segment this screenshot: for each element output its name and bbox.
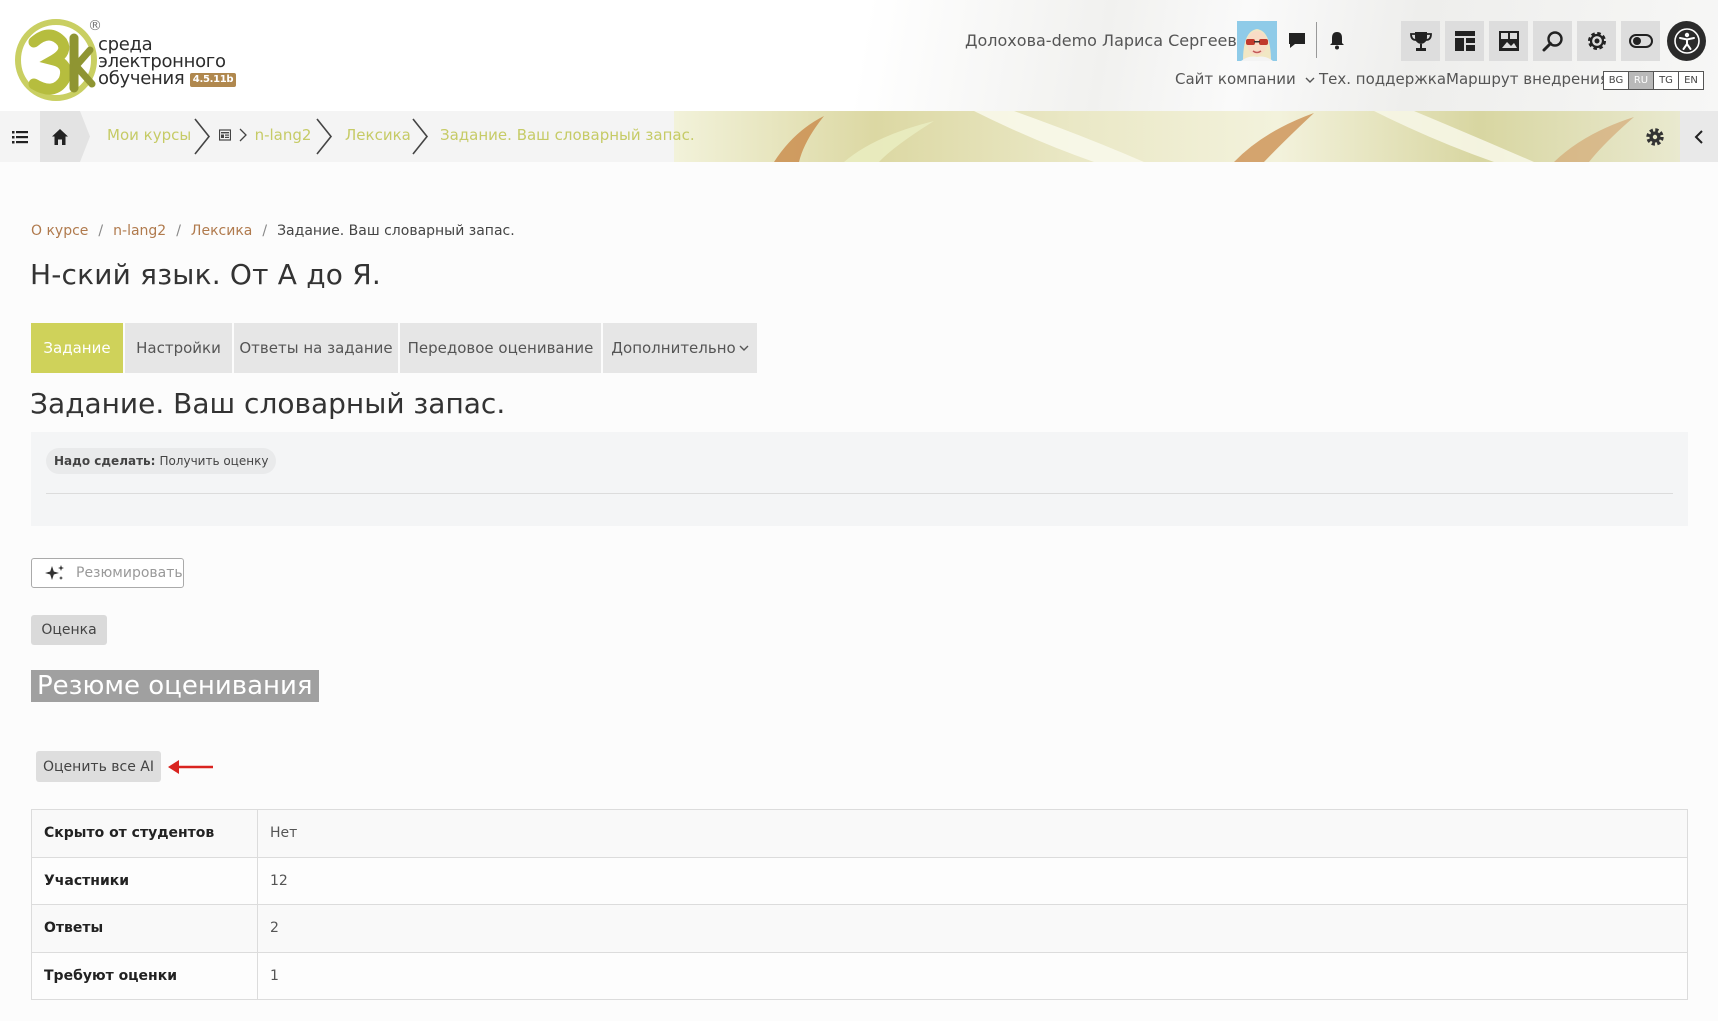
grade-all-ai-button[interactable]: Оценить все AI bbox=[36, 751, 161, 782]
grading-summary-heading: Резюме оценивания bbox=[31, 670, 319, 702]
avatar[interactable] bbox=[1237, 21, 1277, 61]
search-icon[interactable] bbox=[1533, 21, 1572, 61]
chevron-right-icon bbox=[239, 128, 247, 142]
activity-dates-box: Надо сделать: Получить оценку bbox=[31, 432, 1688, 526]
navbar-decoration bbox=[674, 111, 1680, 162]
tech-support-link[interactable]: Тех. поддержка bbox=[1319, 70, 1446, 88]
crumb-separator: / bbox=[262, 223, 268, 239]
page-breadcrumb: О курсе / n-lang2 / Лексика / Задание. Ваш сло… bbox=[31, 223, 515, 239]
accessibility-icon[interactable] bbox=[1667, 21, 1706, 61]
table-row: Требуют оценки 1 bbox=[31, 951, 1688, 1000]
chevron-right-icon bbox=[194, 118, 211, 155]
crumb-current: Задание. Ваш словарный запас. bbox=[277, 223, 515, 239]
crumb-section[interactable]: Лексика bbox=[191, 223, 252, 239]
navbar-crumb-activity[interactable]: Задание. Ваш словарный запас. bbox=[440, 126, 695, 144]
tab-assignment[interactable]: Задание bbox=[31, 323, 123, 373]
company-site-link[interactable]: Сайт компании bbox=[1175, 70, 1315, 88]
home-icon bbox=[52, 128, 68, 145]
table-key: Требуют оценки bbox=[31, 951, 258, 1000]
lang-en[interactable]: EN bbox=[1678, 71, 1704, 90]
table-value: 1 bbox=[257, 951, 1688, 1000]
table-key: Ответы bbox=[31, 904, 258, 953]
red-arrow-annotation bbox=[168, 760, 213, 774]
crumb-course[interactable]: n-lang2 bbox=[113, 223, 166, 239]
chevron-right-icon bbox=[412, 118, 429, 155]
gear-icon[interactable] bbox=[1577, 21, 1616, 61]
grading-summary-table: Скрыто от студентов Нет Участники 12 Отв… bbox=[31, 809, 1688, 1000]
collapse-sidebar-button[interactable] bbox=[1680, 111, 1718, 162]
navbar-crumb-course[interactable]: n-lang2 bbox=[218, 126, 312, 144]
chevron-down-icon bbox=[1305, 77, 1315, 83]
trophy-icon[interactable] bbox=[1401, 21, 1440, 61]
avatar-image bbox=[1237, 21, 1277, 61]
activity-title: Задание. Ваш словарный запас. bbox=[30, 387, 506, 420]
todo-value: Получить оценку bbox=[159, 454, 269, 468]
logo-3k-mark bbox=[15, 19, 97, 101]
chat-bubble-icon[interactable] bbox=[1283, 26, 1311, 54]
toggle-icon[interactable] bbox=[1621, 21, 1660, 61]
page-settings-gear-icon[interactable] bbox=[1641, 123, 1669, 151]
tab-advanced-grading[interactable]: Передовое оценивание bbox=[400, 323, 601, 373]
lang-tg[interactable]: TG bbox=[1653, 71, 1679, 90]
table-key: Участники bbox=[31, 856, 258, 905]
table-value: 12 bbox=[257, 856, 1688, 905]
table-row: Скрыто от студентов Нет bbox=[31, 809, 1688, 858]
gallery-icon[interactable] bbox=[1489, 21, 1528, 61]
lang-ru[interactable]: RU bbox=[1628, 71, 1654, 90]
sparkle-icon bbox=[44, 564, 66, 582]
navbar-crumb-section[interactable]: Лексика bbox=[345, 126, 411, 144]
chevron-down-icon bbox=[739, 345, 749, 351]
navbar-crumb-my-courses[interactable]: Мои курсы bbox=[107, 126, 191, 144]
site-header: ® среда электронного обучения 4.5.11b До… bbox=[0, 0, 1718, 111]
activity-tabs: Задание Настройки Ответы на задание Пере… bbox=[31, 323, 759, 373]
implementation-route-link[interactable]: Маршрут внедрения bbox=[1446, 70, 1609, 88]
crumb-separator: / bbox=[176, 223, 181, 239]
summarize-button-label: Резюмировать bbox=[76, 565, 183, 581]
chevron-right-icon bbox=[316, 118, 333, 155]
bell-icon[interactable] bbox=[1323, 26, 1351, 54]
navbar: Мои курсы n-lang2 Лексика Задание. Ваш с… bbox=[0, 111, 1718, 162]
logo-wordmark: среда электронного обучения 4.5.11b bbox=[98, 36, 237, 89]
table-key: Скрыто от студентов bbox=[31, 809, 258, 858]
header-divider bbox=[1316, 22, 1317, 58]
language-switcher: BG RU TG EN bbox=[1603, 71, 1704, 90]
user-name[interactable]: Долохова-demo Лариса Сергеевна bbox=[965, 31, 1257, 50]
dashboard-icon[interactable] bbox=[1445, 21, 1484, 61]
table-value: Нет bbox=[257, 809, 1688, 858]
tab-more-label: Дополнительно bbox=[611, 339, 736, 357]
company-site-label: Сайт компании bbox=[1175, 70, 1296, 88]
summarize-button[interactable]: Резюмировать bbox=[31, 558, 184, 588]
logo-line-3: обучения bbox=[98, 68, 185, 89]
tab-settings[interactable]: Настройки bbox=[125, 323, 232, 373]
table-value: 2 bbox=[257, 904, 1688, 953]
version-badge: 4.5.11b bbox=[189, 73, 237, 87]
todo-badge: Надо сделать: Получить оценку bbox=[46, 448, 277, 474]
registered-mark: ® bbox=[88, 18, 102, 34]
site-logo[interactable]: ® среда электронного обучения 4.5.11b bbox=[14, 18, 254, 104]
drawer-toggle-button[interactable] bbox=[0, 111, 40, 162]
crumb-separator: / bbox=[98, 223, 104, 239]
course-title: Н-ский язык. От А до Я. bbox=[30, 258, 381, 291]
navbar-crumb-course-label: n-lang2 bbox=[254, 126, 312, 144]
chevron-left-icon bbox=[1694, 129, 1703, 144]
table-row: Ответы 2 bbox=[31, 904, 1688, 953]
grade-button[interactable]: Оценка bbox=[31, 615, 107, 645]
list-icon bbox=[12, 130, 28, 143]
course-icon bbox=[218, 129, 232, 141]
divider bbox=[46, 493, 1673, 494]
todo-label: Надо сделать: bbox=[54, 454, 156, 468]
lang-bg[interactable]: BG bbox=[1603, 71, 1629, 90]
crumb-about-course[interactable]: О курсе bbox=[31, 223, 88, 239]
tab-more[interactable]: Дополнительно bbox=[603, 323, 757, 373]
table-row: Участники 12 bbox=[31, 856, 1688, 905]
home-button[interactable] bbox=[40, 111, 90, 162]
tab-submissions[interactable]: Ответы на задание bbox=[234, 323, 398, 373]
